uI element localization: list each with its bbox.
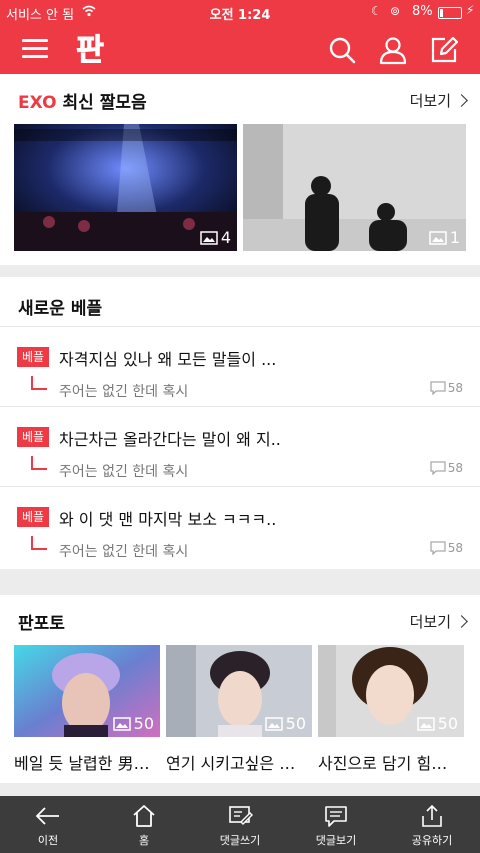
gallery-icon [429,230,447,245]
post-title: 자격지심 있나 왜 모든 말들이 ... [59,350,277,369]
tab-back[interactable]: 이전 [0,796,96,853]
tab-view-comments[interactable]: 댓글보기 [288,796,384,853]
photo-card[interactable]: 50 베일 듯 날렵한 男… [14,645,160,774]
comment-count: 58 [430,541,463,555]
share-icon [422,804,442,827]
menu-icon-bar [22,39,48,42]
section-title: 새로운 베플 [18,299,103,319]
photo-caption: 베일 듯 날렵한 男… [14,754,150,773]
tab-home[interactable]: 홈 [96,796,192,853]
tab-label: 이전 [37,834,59,847]
search-icon[interactable] [327,35,357,65]
svg-text:판: 판 [76,33,104,66]
exo-clips-section: EXO 최신 짤모음 더보기 4 1 [0,74,480,265]
chevron-right-icon [455,615,468,628]
best-badge: 베플 [17,427,50,447]
photo-thumbnail: 50 [14,645,160,737]
home-icon [133,805,155,827]
image-count: 50 [416,715,458,733]
reply-arrow-icon [31,456,47,470]
battery-icon [438,7,462,19]
photo-thumbnail: 50 [166,645,312,737]
image-count: 1 [429,228,460,247]
image-count: 50 [264,715,306,733]
best-badge: 베플 [17,507,50,527]
tab-write-comment[interactable]: 댓글쓰기 [192,796,288,853]
reply-text: 주어는 없긴 한데 혹시 [59,544,189,560]
photo-caption: 사진으로 담기 힘… [318,754,448,773]
tab-label: 댓글보기 [315,834,357,847]
pann-logo[interactable]: 판 [72,32,108,67]
tab-label: 홈 [138,834,150,847]
gallery-icon [416,716,435,731]
gallery-icon [200,230,218,245]
photo-card[interactable]: 50 연기 시키고싶은 … [166,645,312,774]
menu-icon-bar [22,47,48,50]
tab-share[interactable]: 공유하기 [384,796,480,853]
best-badge: 베플 [17,347,50,367]
menu-icon-bar [22,55,48,58]
moon-icon: ☾ [371,4,382,18]
post-title: 와 이 댓 맨 마지막 보소 ㅋㅋㅋ.. [59,510,277,529]
clip-thumbnail[interactable]: 4 [14,124,237,251]
reply-arrow-icon [31,536,47,550]
write-icon[interactable] [429,35,459,65]
photo-card[interactable]: 50 사진으로 담기 힘… [318,645,464,774]
list-item[interactable]: 베플 자격지심 있나 왜 모든 말들이 ... 주어는 없긴 한데 혹시 58 [0,326,480,407]
image-count: 4 [200,228,231,247]
reply-text: 주어는 없긴 한데 혹시 [59,464,189,480]
comment-count: 58 [430,381,463,395]
back-arrow-icon [35,807,59,825]
section-title: EXO 최신 짤모음 [18,93,147,113]
tab-label: 댓글쓰기 [219,834,261,847]
photo-thumbnail: 50 [318,645,464,737]
pan-photo-section: 판포토 더보기 50 베일 듯 날렵한 男… 50 연기 시키고싶은 … 50 … [0,595,480,783]
more-link[interactable]: 더보기 [410,90,468,111]
battery-percent: 8% [412,4,433,19]
rotation-lock-icon: ⊚ [390,4,401,18]
menu-button[interactable] [22,39,48,59]
list-item[interactable]: 베플 와 이 댓 맨 마지막 보소 ㅋㅋㅋ.. 주어는 없긴 한데 혹시 58 [0,486,480,567]
chevron-right-icon [455,94,468,107]
write-comment-icon [229,806,253,825]
reply-text: 주어는 없긴 한데 혹시 [59,384,189,400]
charging-bolt-icon: ⚡ [466,3,475,17]
image-count: 50 [112,715,154,733]
image-count-wrap: 50 [252,715,312,737]
view-comments-icon [325,806,347,827]
tab-label: 공유하기 [411,834,453,847]
gallery-icon [264,716,283,731]
section-title: 판포토 [18,614,65,634]
user-icon[interactable] [378,35,408,65]
clip-thumbnail[interactable]: 1 [243,124,466,251]
bottom-nav: 이전 홈 댓글쓰기 댓글보기 공유하기 [0,796,480,853]
comment-icon [430,381,446,395]
app-header: 판 [0,24,480,74]
gallery-icon [112,716,131,731]
new-best-section: 새로운 베플 베플 자격지심 있나 왜 모든 말들이 ... 주어는 없긴 한데… [0,277,480,569]
post-title: 차근차근 올라간다는 말이 왜 지.. [59,430,281,449]
reply-arrow-icon [31,376,47,390]
status-bar: 서비스 안 됨 오전 1:24 ☾ ⊚ 8% ⚡ [0,0,480,24]
clock: 오전 1:24 [209,8,271,23]
comment-icon [430,461,446,475]
image-count-wrap: 50 [404,715,464,737]
list-item[interactable]: 베플 차근차근 올라간다는 말이 왜 지.. 주어는 없긴 한데 혹시 58 [0,406,480,487]
comment-icon [430,541,446,555]
photo-caption: 연기 시키고싶은 … [166,754,296,773]
comment-count: 58 [430,461,463,475]
image-count-wrap: 50 [100,715,160,737]
more-link[interactable]: 더보기 [410,611,468,632]
